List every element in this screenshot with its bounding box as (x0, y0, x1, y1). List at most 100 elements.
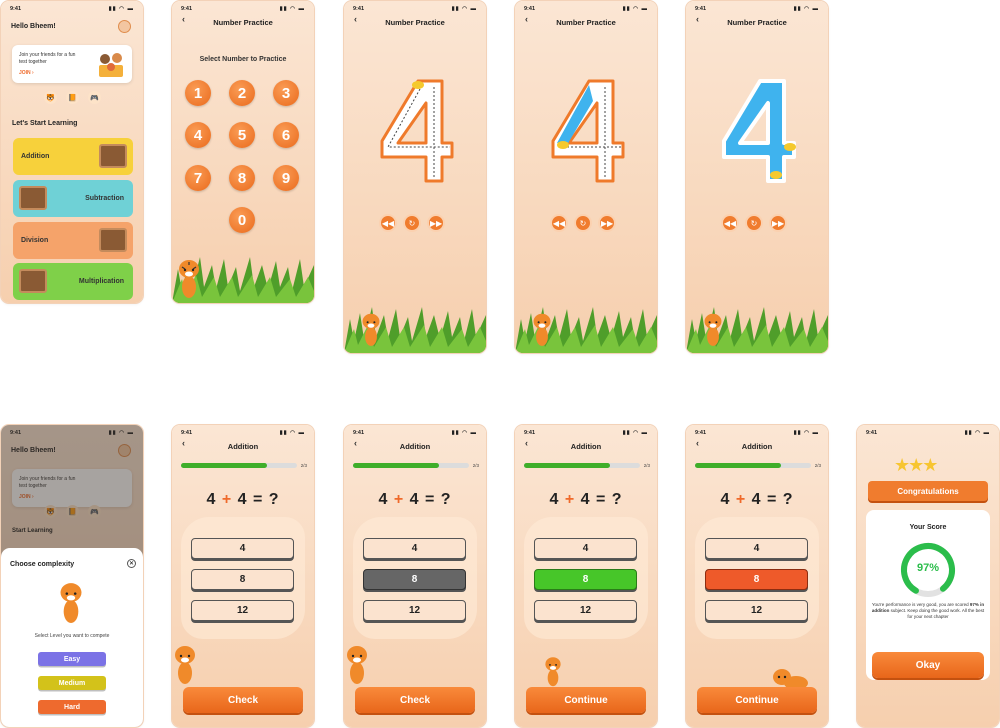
number-button-9[interactable]: 9 (273, 165, 299, 191)
back-icon[interactable]: ‹ (696, 14, 699, 24)
okay-button[interactable]: Okay (872, 652, 984, 678)
number-button-0[interactable]: 0 (229, 207, 255, 233)
sheet-label: Select Level you want to compete (34, 633, 110, 639)
greeting: Hello Bheem! (11, 23, 56, 30)
option-12[interactable]: 12 (191, 600, 294, 621)
status-bar: 9:41 ▮▮ ◠ ▬ (344, 425, 486, 436)
continue-button[interactable]: Continue (697, 687, 817, 713)
rewind-icon[interactable]: ◀◀ (550, 214, 568, 232)
join-link[interactable]: JOIN › (19, 70, 34, 76)
status-bar: 9:41 ▮▮ ◠ ▬ (857, 425, 999, 436)
header: ‹ Number Practice (172, 12, 314, 32)
status-icons: ▮▮ ◠ ▬ (108, 6, 134, 12)
check-button[interactable]: Check (183, 687, 303, 713)
continue-button[interactable]: Continue (526, 687, 646, 713)
option-12: 12 (705, 600, 808, 621)
header: ‹ Number Practice (686, 12, 828, 32)
option-12: 12 (534, 600, 637, 621)
invite-card[interactable]: Join your friends for a fun test togethe… (12, 45, 132, 83)
tiger-icon (179, 260, 199, 298)
progress-text: 2/3 (300, 463, 307, 468)
option-12[interactable]: 12 (363, 600, 466, 621)
back-icon[interactable]: ‹ (182, 438, 185, 448)
status-bar: 9:41 ▮▮ ◠ ▬ (686, 425, 828, 436)
page-title: Addition (227, 441, 259, 451)
home-screen: 9:41 ▮▮ ◠ ▬ Hello Bheem! Join your friend… (1, 1, 143, 303)
question: 4 + 4 = ? (206, 491, 280, 508)
rewind-icon[interactable]: ◀◀ (379, 214, 397, 232)
easy-button[interactable]: Easy (38, 652, 106, 666)
sheet-title: Choose complexity (10, 561, 75, 568)
forward-icon[interactable]: ▶▶ (598, 214, 616, 232)
forward-icon[interactable]: ▶▶ (427, 214, 445, 232)
tiger-icon (533, 313, 551, 346)
avatar[interactable] (118, 20, 131, 33)
rewind-icon[interactable]: ◀◀ (721, 214, 739, 232)
back-icon[interactable]: ‹ (525, 14, 528, 24)
score-value: 97% (916, 562, 940, 574)
replay-icon[interactable]: ↻ (403, 214, 421, 232)
option-4[interactable]: 4 (191, 538, 294, 559)
medium-button[interactable]: Medium (38, 676, 106, 690)
page-title: Addition (741, 441, 773, 451)
page-title: Number Practice (556, 17, 616, 27)
multiplication-card[interactable]: Multiplication (13, 263, 133, 300)
back-icon[interactable]: ‹ (354, 438, 357, 448)
number-button-2[interactable]: 2 (229, 80, 255, 106)
number-button-8[interactable]: 8 (229, 165, 255, 191)
number-button-4[interactable]: 4 (185, 122, 211, 148)
number-button-6[interactable]: 6 (273, 122, 299, 148)
subtraction-label: Subtraction (85, 195, 124, 202)
header: ‹ Addition (344, 436, 486, 456)
back-icon[interactable]: ‹ (182, 14, 185, 24)
status-time: 9:41 (10, 6, 22, 12)
back-icon[interactable]: ‹ (696, 438, 699, 448)
question: 4 + 4 = ? (378, 491, 452, 508)
close-icon[interactable]: ✕ (127, 559, 136, 568)
page-title: Number Practice (727, 17, 787, 27)
status-bar: 9:41 ▮▮ ◠ ▬ (344, 1, 486, 12)
book-icon[interactable]: 📙 (66, 91, 79, 104)
quick-icons: 🐯 📙 🎮 (44, 91, 101, 104)
option-8[interactable]: 8 (191, 569, 294, 590)
section-title: Let's Start Learning (12, 120, 78, 127)
page-title: Number Practice (385, 17, 445, 27)
hard-button[interactable]: Hard (38, 700, 106, 714)
digit-four-complete (722, 79, 796, 183)
playback-controls: ◀◀ ↻ ▶▶ (550, 214, 616, 232)
division-card[interactable]: Division (13, 222, 133, 259)
tiger-icon (175, 646, 195, 684)
page-title: Addition (399, 441, 431, 451)
number-button-5[interactable]: 5 (229, 122, 255, 148)
back-icon[interactable]: ‹ (525, 438, 528, 448)
option-8-selected[interactable]: 8 (363, 569, 466, 590)
header: ‹ Number Practice (344, 12, 486, 32)
question: 4 + 4 = ? (720, 491, 794, 508)
number-button-1[interactable]: 1 (185, 80, 211, 106)
addition-card[interactable]: Addition (13, 138, 133, 175)
header: ‹ Number Practice (515, 12, 657, 32)
quiz-screen-selected: 9:41 ▮▮ ◠ ▬ ‹ Addition 2/3 4 + 4 = ? 4 8 1… (344, 425, 486, 727)
replay-icon[interactable]: ↻ (574, 214, 592, 232)
progress-text: 2/3 (643, 463, 650, 468)
score-message: You're performance is very good, you are… (871, 602, 985, 619)
option-4[interactable]: 4 (363, 538, 466, 559)
forward-icon[interactable]: ▶▶ (769, 214, 787, 232)
digit-four-outline (380, 79, 454, 183)
gamepad-icon[interactable]: 🎮 (88, 91, 101, 104)
subtraction-card[interactable]: Subtraction (13, 180, 133, 217)
tiger-icon (704, 313, 722, 346)
header: ‹ Addition (686, 436, 828, 456)
subtitle: Select Number to Practice (199, 56, 287, 63)
check-button[interactable]: Check (355, 687, 475, 713)
number-button-3[interactable]: 3 (273, 80, 299, 106)
tiger-icon (347, 646, 367, 684)
star-icons: ★★★ (894, 455, 938, 475)
quiz-screen-correct: 9:41 ▮▮ ◠ ▬ ‹ Addition 2/3 4 + 4 = ? 4 8 1… (515, 425, 657, 727)
tracing-screen-2: 9:41 ▮▮ ◠ ▬ ‹ Number Practice ◀◀ ↻ ▶▶ (515, 1, 657, 353)
replay-icon[interactable]: ↻ (745, 214, 763, 232)
quiz-screen-wrong: 9:41 ▮▮ ◠ ▬ ‹ Addition 2/3 4 + 4 = ? 4 8 1… (686, 425, 828, 727)
tiger-icon[interactable]: 🐯 (44, 91, 57, 104)
back-icon[interactable]: ‹ (354, 14, 357, 24)
number-button-7[interactable]: 7 (185, 165, 211, 191)
